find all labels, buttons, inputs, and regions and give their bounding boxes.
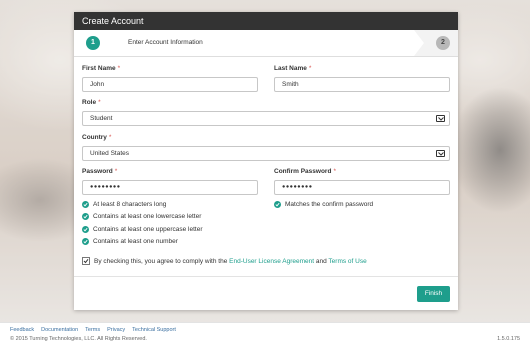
password-rule: Contains at least one number <box>82 236 202 249</box>
version-text: 1.5.0.175 <box>497 336 520 342</box>
role-value: Student <box>90 115 113 122</box>
password-label: Password * <box>82 168 118 175</box>
step-2-badge: 2 <box>436 36 450 50</box>
footer-links: Feedback Documentation Terms Privacy Tec… <box>10 327 176 333</box>
country-label: Country * <box>82 134 112 141</box>
password-rules-list: At least 8 characters long Contains at l… <box>82 198 202 248</box>
step-indicator: 1 Enter Account Information 2 <box>74 30 458 57</box>
feedback-link[interactable]: Feedback <box>10 327 34 333</box>
panel-title: Create Account <box>74 12 458 30</box>
terms-link[interactable]: Terms <box>85 327 100 333</box>
eula-link[interactable]: End-User License Agreement <box>229 258 314 265</box>
confirm-password-input[interactable]: ●●●●●●●● <box>274 180 450 195</box>
agreement-row: By checking this, you agree to comply wi… <box>82 257 367 265</box>
privacy-link[interactable]: Privacy <box>107 327 125 333</box>
divider <box>74 276 458 277</box>
page-footer: Feedback Documentation Terms Privacy Tec… <box>0 322 530 345</box>
agreement-checkbox[interactable] <box>82 257 90 265</box>
role-label: Role * <box>82 99 101 106</box>
password-rule: At least 8 characters long <box>82 198 202 211</box>
step-1-label: Enter Account Information <box>128 39 203 46</box>
copyright-text: © 2015 Turning Technologies, LLC. All Ri… <box>10 336 147 342</box>
documentation-link[interactable]: Documentation <box>41 327 78 333</box>
password-rule: Contains at least one lowercase letter <box>82 211 202 224</box>
last-name-input[interactable]: Smith <box>274 77 450 92</box>
confirm-rules-list: Matches the confirm password <box>274 198 373 211</box>
confirm-password-label: Confirm Password * <box>274 168 336 175</box>
first-name-input[interactable]: John <box>82 77 258 92</box>
check-circle-icon <box>82 238 89 246</box>
chevron-down-icon <box>436 115 445 122</box>
chevron-down-icon <box>436 150 445 157</box>
password-input[interactable]: ●●●●●●●● <box>82 180 258 195</box>
confirm-rule: Matches the confirm password <box>274 198 373 211</box>
country-value: United States <box>90 150 130 157</box>
first-name-label: First Name * <box>82 65 121 72</box>
check-circle-icon <box>274 200 281 208</box>
active-step-arrow <box>74 30 424 56</box>
technical-support-link[interactable]: Technical Support <box>132 327 176 333</box>
check-circle-icon <box>82 213 89 221</box>
agreement-text: By checking this, you agree to comply wi… <box>94 257 367 265</box>
check-circle-icon <box>82 200 89 208</box>
password-rule: Contains at least one uppercase letter <box>82 223 202 236</box>
create-account-panel: Create Account 1 Enter Account Informati… <box>74 12 458 310</box>
check-circle-icon <box>82 225 89 233</box>
terms-of-use-link[interactable]: Terms of Use <box>328 258 366 265</box>
role-select[interactable]: Student <box>82 111 450 126</box>
step-1-badge: 1 <box>86 36 100 50</box>
country-select[interactable]: United States <box>82 146 450 161</box>
last-name-label: Last Name * <box>274 65 312 72</box>
finish-button[interactable]: Finish <box>417 286 450 302</box>
